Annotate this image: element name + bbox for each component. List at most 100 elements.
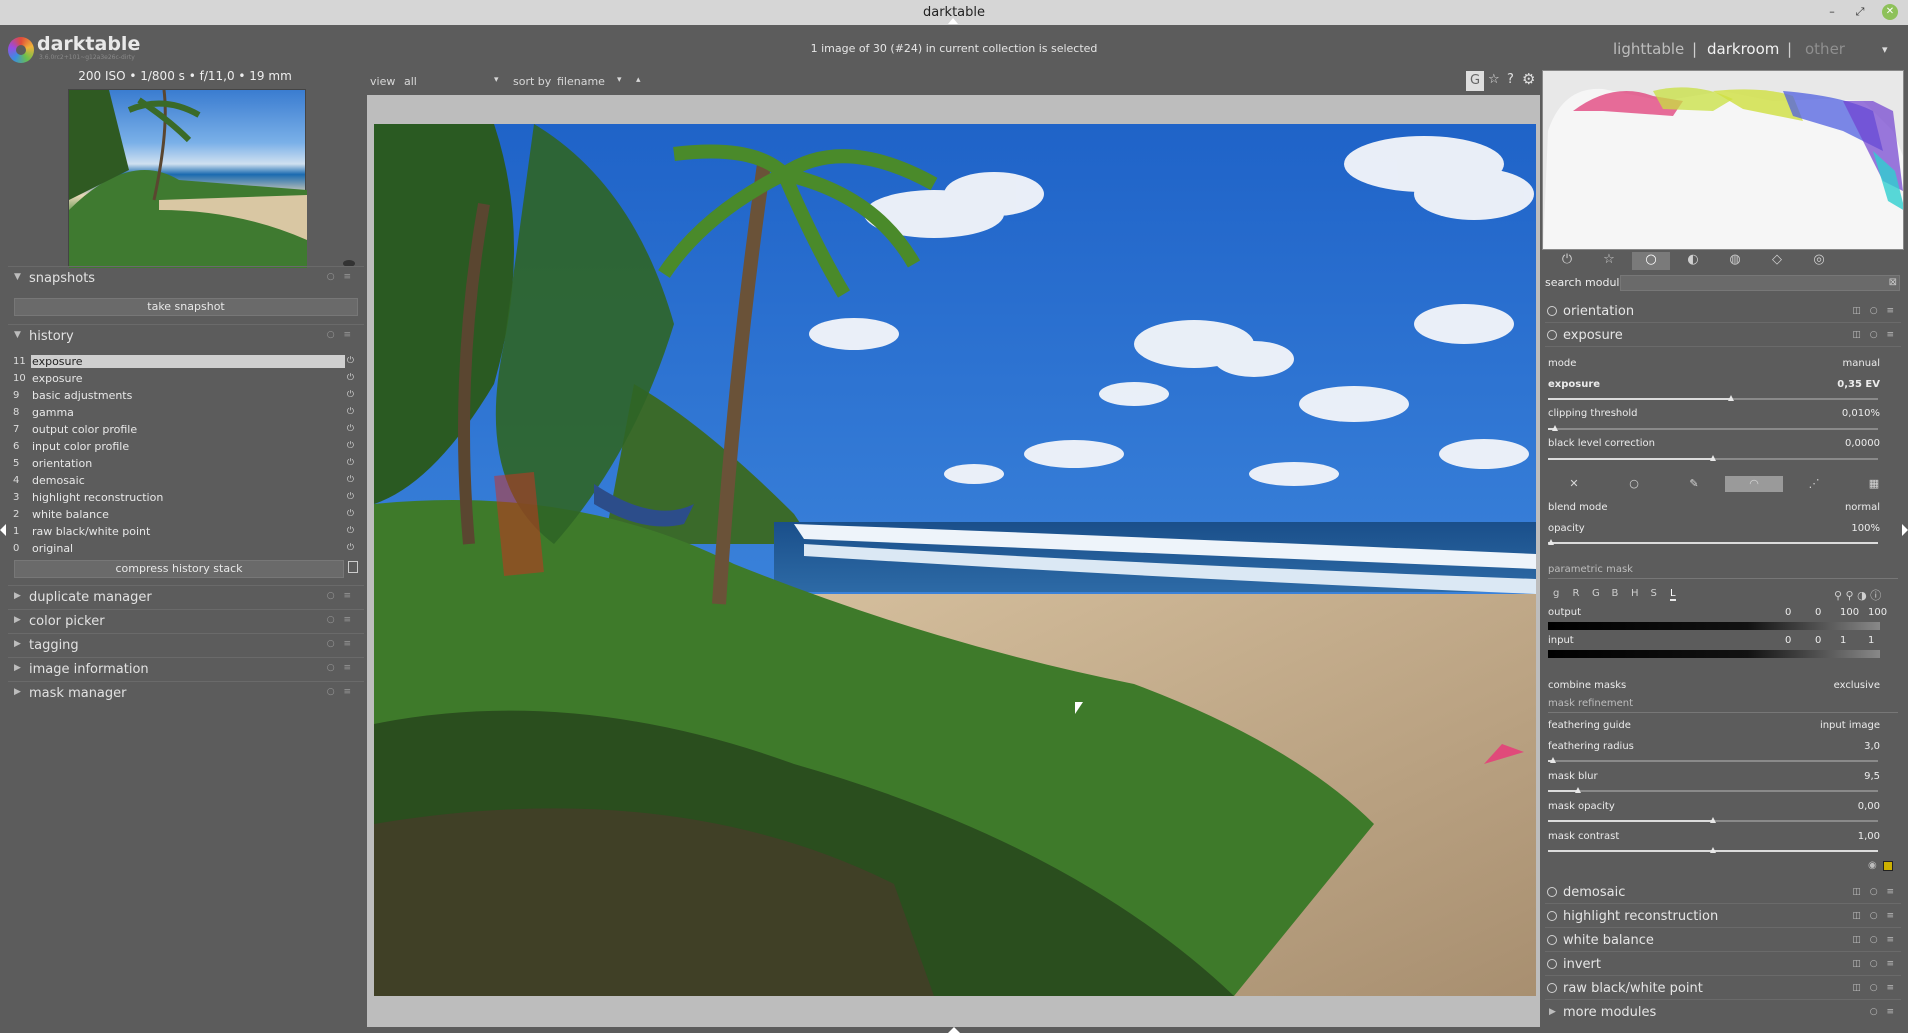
search-module-input[interactable]: ⊠ xyxy=(1620,275,1900,291)
mask-value[interactable]: 0 xyxy=(1785,607,1791,618)
mask-opacity-param[interactable]: mask opacity 0,00 xyxy=(1548,801,1898,815)
history-item[interactable]: 1 raw black/white point ⏻ xyxy=(13,524,358,541)
module-header-icons[interactable]: ◫ ○ ≡ xyxy=(1852,306,1897,316)
history-item[interactable]: 8 gamma ⏻ xyxy=(13,405,358,422)
combine-masks-param[interactable]: combine masks exclusive xyxy=(1548,680,1898,694)
module-header-icons[interactable]: ◫ ○ ≡ xyxy=(1852,330,1897,340)
mask-contrast-param[interactable]: mask contrast 1,00 xyxy=(1548,831,1898,845)
mask-channel-tab[interactable]: g xyxy=(1553,588,1559,599)
module-header-icons[interactable]: ◫ ○ ≡ xyxy=(1852,911,1897,921)
left-panel-toggle-icon[interactable] xyxy=(0,524,6,536)
mask-channel-tab[interactable]: L xyxy=(1670,588,1676,601)
left-module-section[interactable]: ▶ image information ○ ≡ xyxy=(8,657,364,681)
main-image[interactable] xyxy=(374,124,1536,996)
history-section[interactable]: ▼ history ○ ≡ xyxy=(8,324,364,348)
module-header-icons[interactable]: ◫ ○ ≡ xyxy=(1852,983,1897,993)
group-correct-icon[interactable]: ◇ xyxy=(1758,252,1796,270)
reset-menu-icon[interactable]: ○ ≡ xyxy=(327,615,354,625)
top-panel-toggle-icon[interactable] xyxy=(948,18,958,24)
module-raw-black-white-point[interactable]: raw black/white point ◫ ○ ≡ xyxy=(1545,978,1901,1000)
blend-drawn-mask-icon[interactable]: ✎ xyxy=(1665,476,1723,492)
module-invert[interactable]: invert ◫ ○ ≡ xyxy=(1545,954,1901,976)
opacity-slider[interactable] xyxy=(1548,539,1878,545)
power-icon[interactable] xyxy=(1547,935,1557,945)
display-mask-toggle-icon[interactable] xyxy=(1883,861,1893,871)
exposure-param[interactable]: exposure 0,35 EV xyxy=(1548,379,1898,393)
power-icon[interactable] xyxy=(1547,959,1557,969)
blend-parametric-mask-icon[interactable]: ◠ xyxy=(1725,476,1783,492)
maximize-button[interactable]: ⤢ xyxy=(1852,4,1868,20)
mask-channel-tab[interactable]: R xyxy=(1573,588,1580,599)
group-tone-icon[interactable]: ◐ xyxy=(1674,252,1712,270)
clear-search-icon[interactable]: ⊠ xyxy=(1889,277,1897,288)
reset-menu-icon[interactable]: ○ ≡ xyxy=(327,663,354,673)
mask-value[interactable]: 0 xyxy=(1815,607,1821,618)
left-module-section[interactable]: ▶ mask manager ○ ≡ xyxy=(8,681,364,705)
compress-history-button[interactable]: compress history stack xyxy=(14,560,344,578)
blend-uniform-icon[interactable]: ○ xyxy=(1605,476,1663,492)
history-item[interactable]: 11 exposure ⏻ xyxy=(13,354,358,371)
right-panel-toggle-icon[interactable] xyxy=(1902,524,1908,536)
power-icon[interactable] xyxy=(1547,330,1557,340)
history-item[interactable]: 4 demosaic ⏻ xyxy=(13,473,358,490)
mode-param[interactable]: mode manual xyxy=(1548,358,1898,372)
module-exposure[interactable]: exposure ◫ ○ ≡ xyxy=(1545,325,1901,347)
navigation-thumbnail[interactable] xyxy=(68,89,307,268)
mask-value[interactable]: 100 xyxy=(1868,607,1887,618)
group-active-modules-icon[interactable]: ⏻ xyxy=(1548,252,1586,270)
input-gradient-slider[interactable] xyxy=(1548,650,1880,658)
blend-raster-mask-icon[interactable]: ▦ xyxy=(1845,476,1903,492)
history-item[interactable]: 9 basic adjustments ⏻ xyxy=(13,388,358,405)
mask-value[interactable]: 1 xyxy=(1840,635,1846,646)
history-create-style-icon[interactable] xyxy=(348,561,358,573)
mask-channel-tab[interactable]: H xyxy=(1631,588,1639,599)
mask-blur-param[interactable]: mask blur 9,5 xyxy=(1548,771,1898,785)
clipping-threshold-slider[interactable] xyxy=(1548,425,1878,431)
power-icon[interactable] xyxy=(1547,306,1557,316)
left-module-section[interactable]: ▶ duplicate manager ○ ≡ xyxy=(8,585,364,609)
black-level-slider[interactable] xyxy=(1548,455,1878,461)
group-effect-icon[interactable]: ◎ xyxy=(1800,252,1838,270)
sort-by-dropdown[interactable]: filename xyxy=(557,75,605,88)
view-menu-icon[interactable]: ▾ xyxy=(1882,43,1888,56)
dropdown-arrow-icon[interactable]: ▾ xyxy=(617,75,622,85)
overlay-star-icon[interactable]: ☆ xyxy=(1488,72,1500,87)
bottom-panel-toggle-icon[interactable] xyxy=(948,1027,960,1033)
history-item[interactable]: 5 orientation ⏻ xyxy=(13,456,358,473)
mask-channel-tab[interactable]: B xyxy=(1612,588,1619,599)
left-module-section[interactable]: ▶ tagging ○ ≡ xyxy=(8,633,364,657)
history-item[interactable]: 6 input color profile ⏻ xyxy=(13,439,358,456)
group-color-icon[interactable]: ◍ xyxy=(1716,252,1754,270)
mask-value[interactable]: 0 xyxy=(1785,635,1791,646)
reset-menu-icon[interactable]: ○ ≡ xyxy=(327,272,354,282)
mask-value[interactable]: 1 xyxy=(1868,635,1874,646)
module-highlight-reconstruction[interactable]: highlight reconstruction ◫ ○ ≡ xyxy=(1545,906,1901,928)
module-demosaic[interactable]: demosaic ◫ ○ ≡ xyxy=(1545,882,1901,904)
power-icon[interactable] xyxy=(1547,887,1557,897)
view-tab-lighttable[interactable]: lighttable xyxy=(1613,40,1684,58)
reset-menu-icon[interactable]: ○ ≡ xyxy=(327,591,354,601)
minimize-button[interactable]: – xyxy=(1824,4,1840,20)
reset-menu-icon[interactable]: ○ ≡ xyxy=(327,687,354,697)
power-icon[interactable] xyxy=(1547,983,1557,993)
more-modules-section[interactable]: ▶ more modules ○ ≡ xyxy=(1545,1002,1901,1024)
module-orientation[interactable]: orientation ◫ ○ ≡ xyxy=(1545,301,1901,323)
history-item[interactable]: 2 white balance ⏻ xyxy=(13,507,358,524)
gear-icon[interactable]: ⚙ xyxy=(1522,70,1535,88)
show-mask-icon[interactable]: ◉ xyxy=(1868,860,1877,871)
black-level-correction-param[interactable]: black level correction 0,0000 xyxy=(1548,438,1898,452)
left-module-section[interactable]: ▶ color picker ○ ≡ xyxy=(8,609,364,633)
reset-menu-icon[interactable]: ○ ≡ xyxy=(1870,1007,1897,1017)
mask-contrast-slider[interactable] xyxy=(1548,847,1878,853)
module-header-icons[interactable]: ◫ ○ ≡ xyxy=(1852,887,1897,897)
mask-value[interactable]: 100 xyxy=(1840,607,1859,618)
histogram[interactable] xyxy=(1542,70,1904,250)
mask-opacity-slider[interactable] xyxy=(1548,817,1878,823)
history-item[interactable]: 3 highlight reconstruction ⏻ xyxy=(13,490,358,507)
module-header-icons[interactable]: ◫ ○ ≡ xyxy=(1852,959,1897,969)
history-item[interactable]: 10 exposure ⏻ xyxy=(13,371,358,388)
blend-mode-param[interactable]: blend mode normal xyxy=(1548,502,1898,516)
output-gradient-slider[interactable] xyxy=(1548,622,1880,630)
dropdown-arrow-icon[interactable]: ▾ xyxy=(494,75,499,85)
mask-tool-icons[interactable]: ⚲ ⚲ ◑ ⓘ xyxy=(1834,587,1881,603)
